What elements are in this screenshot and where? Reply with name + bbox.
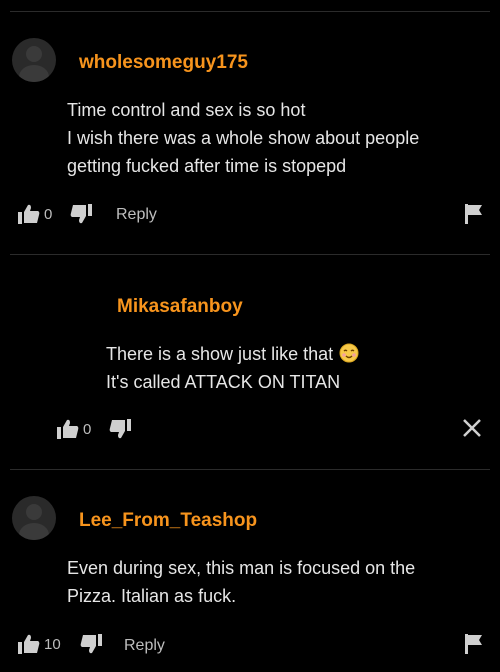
close-icon[interactable] [462,418,482,438]
comment-line: There is a show just like that [106,340,359,368]
comment-text: There is a show just like that It's call… [106,340,359,396]
thumbs-down-icon [70,204,92,224]
divider [10,11,490,12]
divider [10,254,490,255]
flag-icon[interactable] [465,634,483,654]
username[interactable]: Lee_From_Teashop [79,510,257,532]
thumbs-up-icon [18,204,40,224]
like-button[interactable]: 0 [57,419,91,439]
dislike-button[interactable] [109,419,131,439]
dislike-button[interactable] [80,634,102,654]
dislike-button[interactable] [70,204,92,224]
smiling-blush-emoji [339,343,359,363]
thumbs-down-icon [109,419,131,439]
divider [10,469,490,470]
comment-text: Time control and sex is so hot I wish th… [67,96,419,180]
comment-line: Pizza. Italian as fuck. [67,586,237,606]
reply-button[interactable]: Reply [116,206,157,224]
reply-button[interactable]: Reply [124,637,165,655]
avatar[interactable] [12,496,56,540]
like-button[interactable]: 10 [18,634,61,654]
flag-icon[interactable] [465,204,483,224]
avatar[interactable] [12,38,56,82]
thumbs-up-icon [18,634,40,654]
comment-line: Time control and sex is so hot [67,100,306,120]
comment-line: getting fucked after time is stopepd [67,156,347,176]
thumbs-up-icon [57,419,79,439]
username[interactable]: Mikasafanboy [117,296,243,318]
like-count: 0 [44,205,53,223]
like-button[interactable]: 0 [18,204,52,224]
thumbs-down-icon [80,634,102,654]
comment-line: Even during sex, this man is focused on … [67,558,416,578]
like-count: 0 [83,420,92,438]
username[interactable]: wholesomeguy175 [79,52,248,74]
comment-text: Even during sex, this man is focused on … [67,554,415,610]
like-count: 10 [44,635,61,653]
comment-line: I wish there was a whole show about peop… [67,128,420,148]
comment-line: It's called ATTACK ON TITAN [106,372,341,392]
